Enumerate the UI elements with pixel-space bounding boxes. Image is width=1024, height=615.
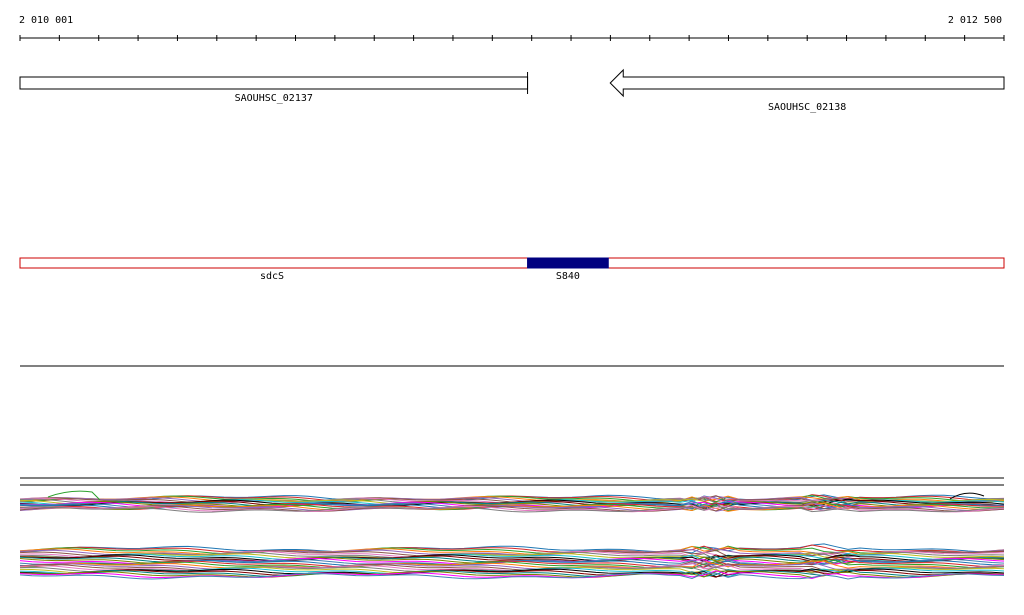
ruler-start-label: 2 010 001 [19,15,73,26]
coverage-track-upper [19,490,1005,513]
track-canvas: 2 010 001 2 012 500 SAOUHSC_02137 SAOUHS… [19,15,1005,580]
gene-label: SAOUHSC_02137 [235,93,313,104]
feature-box-S840[interactable] [527,257,609,269]
feature-track: sdcS S840 [19,257,1005,282]
gene-arrow-forward[interactable] [19,76,529,90]
genome-browser-view: 2 010 001 2 012 500 SAOUHSC_02137 SAOUHS… [0,0,1024,611]
gene-track: SAOUHSC_02137 SAOUHSC_02138 [19,68,1005,113]
coverage-track-lower [19,543,1005,580]
ruler-end-label: 2 012 500 [948,15,1002,26]
feature-label: S840 [556,271,580,282]
coordinate-ruler: 2 010 001 2 012 500 [19,15,1005,41]
gene-arrow-reverse[interactable] [609,68,1005,98]
feature-box-sdcS[interactable] [19,257,1005,269]
gene-label: SAOUHSC_02138 [768,102,846,113]
feature-label: sdcS [260,271,284,282]
